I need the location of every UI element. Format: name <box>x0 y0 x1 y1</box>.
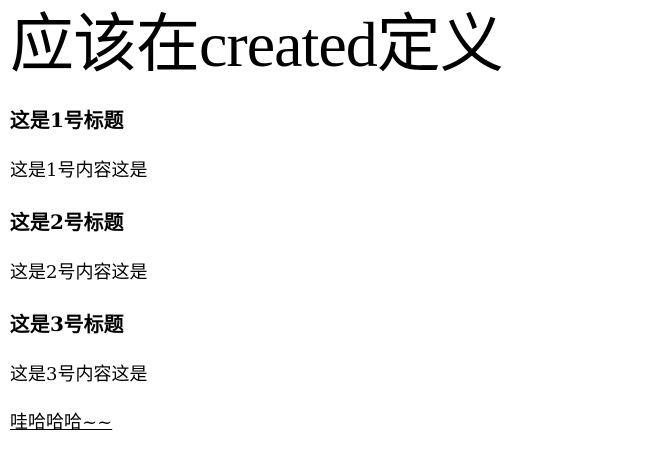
page-title-latin: created <box>199 9 378 80</box>
page-title: 应该在created定义 <box>10 0 665 84</box>
section-1: 这是1号标题 这是1号内容这是 <box>10 106 665 184</box>
page-title-prefix: 应该在 <box>10 8 200 82</box>
section-3-content: 这是3号内容这是 <box>10 364 148 385</box>
section-2-content: 这是2号内容这是 <box>10 262 148 283</box>
page-title-suffix: 定义 <box>376 8 504 82</box>
page-root: 应该在created定义 这是1号标题 这是1号内容这是 这是2号标题 这是2号… <box>0 0 665 436</box>
section-3: 这是3号标题 这是3号内容这是 <box>10 310 665 388</box>
footer-link[interactable]: 哇哈哈哈~~ <box>10 410 112 436</box>
section-1-title: 这是1号标题 <box>10 108 124 132</box>
section-2: 这是2号标题 这是2号内容这是 <box>10 208 665 286</box>
section-2-title: 这是2号标题 <box>10 210 124 234</box>
section-1-content: 这是1号内容这是 <box>10 160 148 181</box>
section-3-title: 这是3号标题 <box>10 312 124 336</box>
